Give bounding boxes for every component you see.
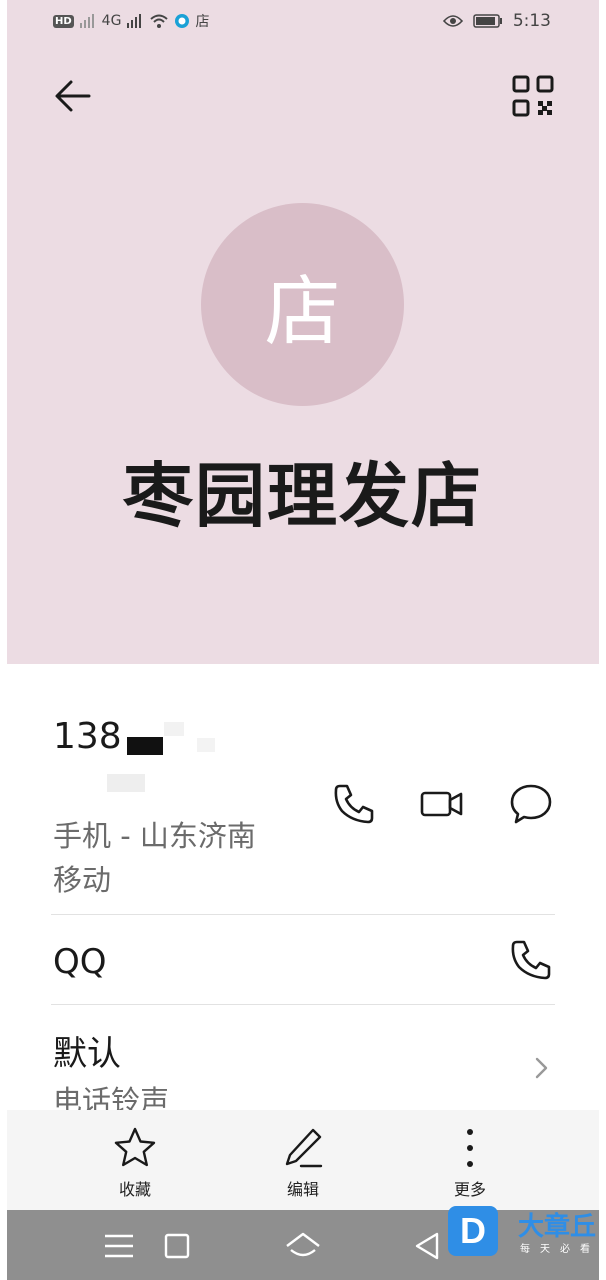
- message-button[interactable]: [507, 780, 555, 828]
- watermark: D 大章丘 每天必看: [448, 1202, 598, 1272]
- message-bubble-icon: [510, 784, 552, 824]
- video-call-button[interactable]: [418, 780, 466, 828]
- ringtone-title[interactable]: 默认: [53, 1026, 121, 1075]
- notification-store-char: 店: [195, 14, 210, 30]
- back-button[interactable]: [51, 74, 95, 118]
- more-vertical-icon: [467, 1129, 473, 1167]
- more-label: 更多: [453, 1180, 486, 1199]
- more-button[interactable]: 更多: [420, 1126, 520, 1200]
- signal-icon: [79, 14, 94, 28]
- redaction-block: [197, 738, 215, 752]
- status-bar: HD 4G 店 5:13: [7, 0, 599, 44]
- phone-type-label: 手机 - 山东济南 移动: [53, 814, 256, 902]
- ringtone-chevron[interactable]: [529, 1056, 553, 1080]
- call-button[interactable]: [330, 780, 378, 828]
- divider: [51, 1004, 555, 1005]
- qq-label[interactable]: QQ: [53, 942, 107, 982]
- favorite-label: 收藏: [118, 1180, 151, 1199]
- home-icon: [286, 1232, 320, 1257]
- divider: [51, 914, 555, 915]
- video-camera-icon: [420, 791, 463, 817]
- qr-code-button[interactable]: [511, 74, 555, 118]
- battery-icon: [473, 14, 502, 28]
- contact-avatar[interactable]: 店: [201, 203, 404, 406]
- qr-code-icon: [512, 75, 554, 117]
- menu-icon: [105, 1234, 133, 1258]
- eye-icon: [442, 15, 463, 27]
- redaction-block: [127, 737, 163, 755]
- arrow-left-icon: [55, 80, 91, 112]
- watermark-subtitle: 每天必看: [520, 1244, 600, 1255]
- qq-call-button[interactable]: [507, 936, 555, 984]
- redaction-block: [107, 774, 145, 792]
- phone-icon: [334, 784, 374, 824]
- phone-type-line1: 手机 - 山东济南: [53, 819, 256, 853]
- watermark-logo: D: [448, 1206, 498, 1256]
- redaction-block: [164, 722, 184, 736]
- clock: 5:13: [512, 11, 551, 31]
- phone-type-line2: 移动: [53, 863, 112, 897]
- star-icon: [114, 1127, 156, 1167]
- contact-name: 枣园理发店: [123, 455, 483, 537]
- network-type: 4G: [101, 13, 122, 29]
- pencil-icon: [285, 1128, 323, 1168]
- triangle-back-icon: [415, 1232, 439, 1260]
- bottom-action-bar: 收藏 编辑 更多: [7, 1110, 599, 1210]
- square-icon: [164, 1233, 190, 1259]
- signal-icon-2: [127, 14, 142, 28]
- phone-icon: [511, 940, 551, 980]
- recents-nav-button[interactable]: [157, 1226, 197, 1266]
- favorite-button[interactable]: 收藏: [85, 1126, 185, 1200]
- hd-badge: HD: [53, 14, 74, 28]
- edit-button[interactable]: 编辑: [253, 1126, 353, 1200]
- ringtone-subtitle: 电话铃声: [53, 1084, 170, 1110]
- app-notification-icon: [175, 14, 190, 28]
- edit-label: 编辑: [286, 1180, 319, 1199]
- contact-details: 138 手机 - 山东济南 移动 QQ 默认 电话铃声: [7, 664, 599, 1110]
- avatar-initial: 店: [264, 266, 341, 356]
- contact-header: HD 4G 店 5:13 店 枣园理发店: [7, 0, 599, 664]
- menu-nav-button[interactable]: [99, 1226, 139, 1266]
- wifi-icon: [150, 14, 169, 28]
- back-nav-button[interactable]: [407, 1226, 447, 1266]
- chevron-right-icon: [535, 1057, 548, 1079]
- home-nav-button[interactable]: [283, 1226, 323, 1266]
- phone-number[interactable]: 138: [53, 716, 122, 757]
- watermark-title: 大章丘: [518, 1212, 597, 1242]
